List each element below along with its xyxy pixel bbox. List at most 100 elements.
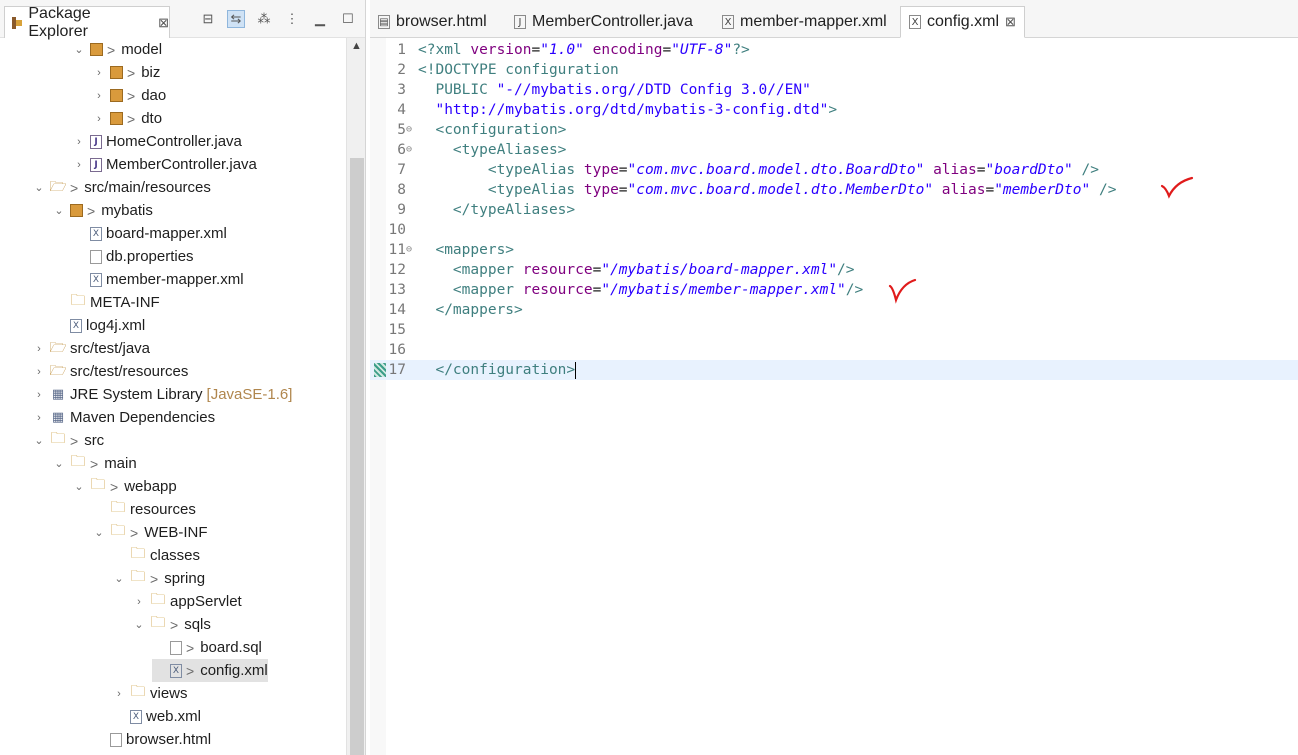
outgoing-change-marker: > <box>107 41 116 58</box>
expanded-chevron-icon[interactable]: ⌄ <box>72 480 86 493</box>
code-line[interactable]: 15 <box>370 320 1298 340</box>
tree-item[interactable]: ⌄ 🗀 > main <box>52 452 136 475</box>
expanded-chevron-icon[interactable]: ⌄ <box>92 526 106 539</box>
code-line[interactable]: 12 <mapper resource="/mybatis/board-mapp… <box>370 260 1298 280</box>
tree-item-label: src/main/resources <box>84 179 211 196</box>
collapsed-chevron-icon[interactable]: › <box>72 136 86 148</box>
tree-item[interactable]: › 🗀 appServlet <box>132 590 242 613</box>
line-number: 17 <box>388 362 406 378</box>
tree-item[interactable]: › 🗁 src/test/resources <box>32 360 188 383</box>
tree-item[interactable]: › 🗀 views <box>112 682 187 705</box>
tab-package-explorer[interactable]: Package Explorer ⊠ <box>4 5 170 40</box>
code-text: </mappers> <box>418 300 522 320</box>
tree-item[interactable]: ⌄ > mybatis <box>52 199 152 222</box>
tree-item[interactable]: › J MemberController.java <box>72 153 257 176</box>
tree-item[interactable]: › > biz <box>92 61 160 84</box>
maximize-icon[interactable]: ☐ <box>339 10 357 28</box>
tree-item[interactable]: browser.html <box>92 728 211 751</box>
expanded-chevron-icon[interactable]: ⌄ <box>32 181 46 194</box>
collapsed-chevron-icon[interactable]: › <box>92 67 106 79</box>
fold-toggle-icon[interactable]: ⊖ <box>406 240 412 260</box>
tree-item[interactable]: Xlog4j.xml <box>52 314 145 337</box>
collapsed-chevron-icon[interactable]: › <box>132 596 146 608</box>
tree-item[interactable]: Xmember-mapper.xml <box>72 268 244 291</box>
code-line[interactable]: 2 <!DOCTYPE configuration <box>370 60 1298 80</box>
tree-item[interactable]: › ▦ Maven Dependencies <box>32 406 215 429</box>
tree-item[interactable]: ⌄ 🗀 > webapp <box>72 475 176 498</box>
fold-toggle-icon[interactable]: ⊖ <box>406 120 412 140</box>
tree-item[interactable]: 🗀 META-INF <box>52 291 159 314</box>
tree-item-label: JRE System Library <box>70 386 203 403</box>
editor-tab[interactable]: Xmember-mapper.xml <box>714 6 895 38</box>
tree-item[interactable]: X > config.xml <box>152 659 268 682</box>
tree-item[interactable]: › > dto <box>92 107 162 130</box>
code-token: "UTF-8" <box>671 42 733 58</box>
tree-item[interactable]: Xweb.xml <box>112 705 201 728</box>
code-line[interactable]: 6 ⊖ <typeAliases> <box>370 140 1298 160</box>
tree-item[interactable]: > board.sql <box>152 636 262 659</box>
code-line[interactable]: 8 <typeAlias type="com.mvc.board.model.d… <box>370 180 1298 200</box>
code-editor[interactable]: 1 <?xml version="1.0" encoding="UTF-8"?> 2… <box>370 38 1298 755</box>
tree-item[interactable]: db.properties <box>72 245 194 268</box>
focus-icon[interactable]: ⁂ <box>255 10 273 28</box>
collapsed-chevron-icon[interactable]: › <box>72 159 86 171</box>
tree-item[interactable]: 🗀 resources <box>92 498 195 521</box>
link-with-editor-icon[interactable]: ⇆ <box>227 10 245 28</box>
code-line[interactable]: 7 <typeAlias type="com.mvc.board.model.d… <box>370 160 1298 180</box>
tree-item[interactable]: ⌄ 🗀 > sqls <box>132 613 211 636</box>
expanded-chevron-icon[interactable]: ⌄ <box>72 43 86 56</box>
tree-item[interactable]: ⌄ > model <box>72 38 162 61</box>
code-token: /> <box>845 282 864 298</box>
tree-item[interactable]: › J HomeController.java <box>72 130 242 153</box>
close-icon[interactable]: ⊠ <box>1005 14 1016 30</box>
view-menu-icon[interactable]: ⋮ <box>283 10 301 28</box>
collapse-all-icon[interactable]: ⊟ <box>199 10 217 28</box>
code-line[interactable]: 4 "http://mybatis.org/dtd/mybatis-3-conf… <box>370 100 1298 120</box>
code-line[interactable]: 17 </configuration> <box>370 360 1298 380</box>
editor-tab[interactable]: ▤ browser.html <box>370 6 495 38</box>
code-line[interactable]: 3 PUBLIC "-//mybatis.org//DTD Config 3.0… <box>370 80 1298 100</box>
tree-item[interactable]: 🗀 classes <box>112 544 200 567</box>
expanded-chevron-icon[interactable]: ⌄ <box>32 434 46 447</box>
code-line[interactable]: 5 ⊖ <configuration> <box>370 120 1298 140</box>
tree-item[interactable]: Xboard-mapper.xml <box>72 222 227 245</box>
collapsed-chevron-icon[interactable]: › <box>92 90 106 102</box>
code-line[interactable]: 11 ⊖ <mappers> <box>370 240 1298 260</box>
tree-item[interactable]: › ▦ JRE System Library [JavaSE-1.6] <box>32 383 292 406</box>
tree-item-label: src <box>84 432 105 449</box>
code-line[interactable]: 9 </typeAliases> <box>370 200 1298 220</box>
collapsed-chevron-icon[interactable]: › <box>32 412 46 424</box>
tree-item[interactable]: ⌄ 🗀 > WEB-INF <box>92 521 207 544</box>
package-icon <box>90 43 103 56</box>
tree-item[interactable]: › 🗁 src/test/java <box>32 337 150 360</box>
tree-item-label: sqls <box>184 616 211 633</box>
collapsed-chevron-icon[interactable]: › <box>32 389 46 401</box>
fold-toggle-icon[interactable]: ⊖ <box>406 140 412 160</box>
close-icon[interactable]: ⊠ <box>158 15 169 31</box>
tree-item[interactable]: › > dao <box>92 84 166 107</box>
collapsed-chevron-icon[interactable]: › <box>112 688 126 700</box>
collapsed-chevron-icon[interactable]: › <box>92 113 106 125</box>
code-line[interactable]: 13 <mapper resource="/mybatis/member-map… <box>370 280 1298 300</box>
code-line[interactable]: 14 </mappers> <box>370 300 1298 320</box>
xml-file-icon: X <box>130 709 142 724</box>
editor-tab[interactable]: J MemberController.java <box>506 6 701 38</box>
minimize-icon[interactable]: ▁ <box>311 10 329 28</box>
expanded-chevron-icon[interactable]: ⌄ <box>132 618 146 631</box>
expanded-chevron-icon[interactable]: ⌄ <box>52 204 66 217</box>
collapsed-chevron-icon[interactable]: › <box>32 343 46 355</box>
tree-item[interactable]: ⌄ 🗀 > spring <box>112 567 205 590</box>
code-line[interactable]: 16 <box>370 340 1298 360</box>
tree-item[interactable]: ⌄ 🗁 > src/main/resources <box>32 176 211 199</box>
collapsed-chevron-icon[interactable]: › <box>32 366 46 378</box>
expanded-chevron-icon[interactable]: ⌄ <box>112 572 126 585</box>
tree-scrollbar[interactable]: ▲ <box>346 38 365 755</box>
expanded-chevron-icon[interactable]: ⌄ <box>52 457 66 470</box>
scroll-up-icon[interactable]: ▲ <box>347 40 365 52</box>
scrollbar-thumb[interactable] <box>350 158 364 755</box>
editor-tab[interactable]: Xconfig.xml ⊠ <box>900 6 1025 38</box>
outgoing-change-marker: > <box>90 455 99 472</box>
tree-item[interactable]: ⌄ 🗀 > src <box>32 429 104 452</box>
code-line[interactable]: 10 <box>370 220 1298 240</box>
code-line[interactable]: 1 <?xml version="1.0" encoding="UTF-8"?> <box>370 40 1298 60</box>
